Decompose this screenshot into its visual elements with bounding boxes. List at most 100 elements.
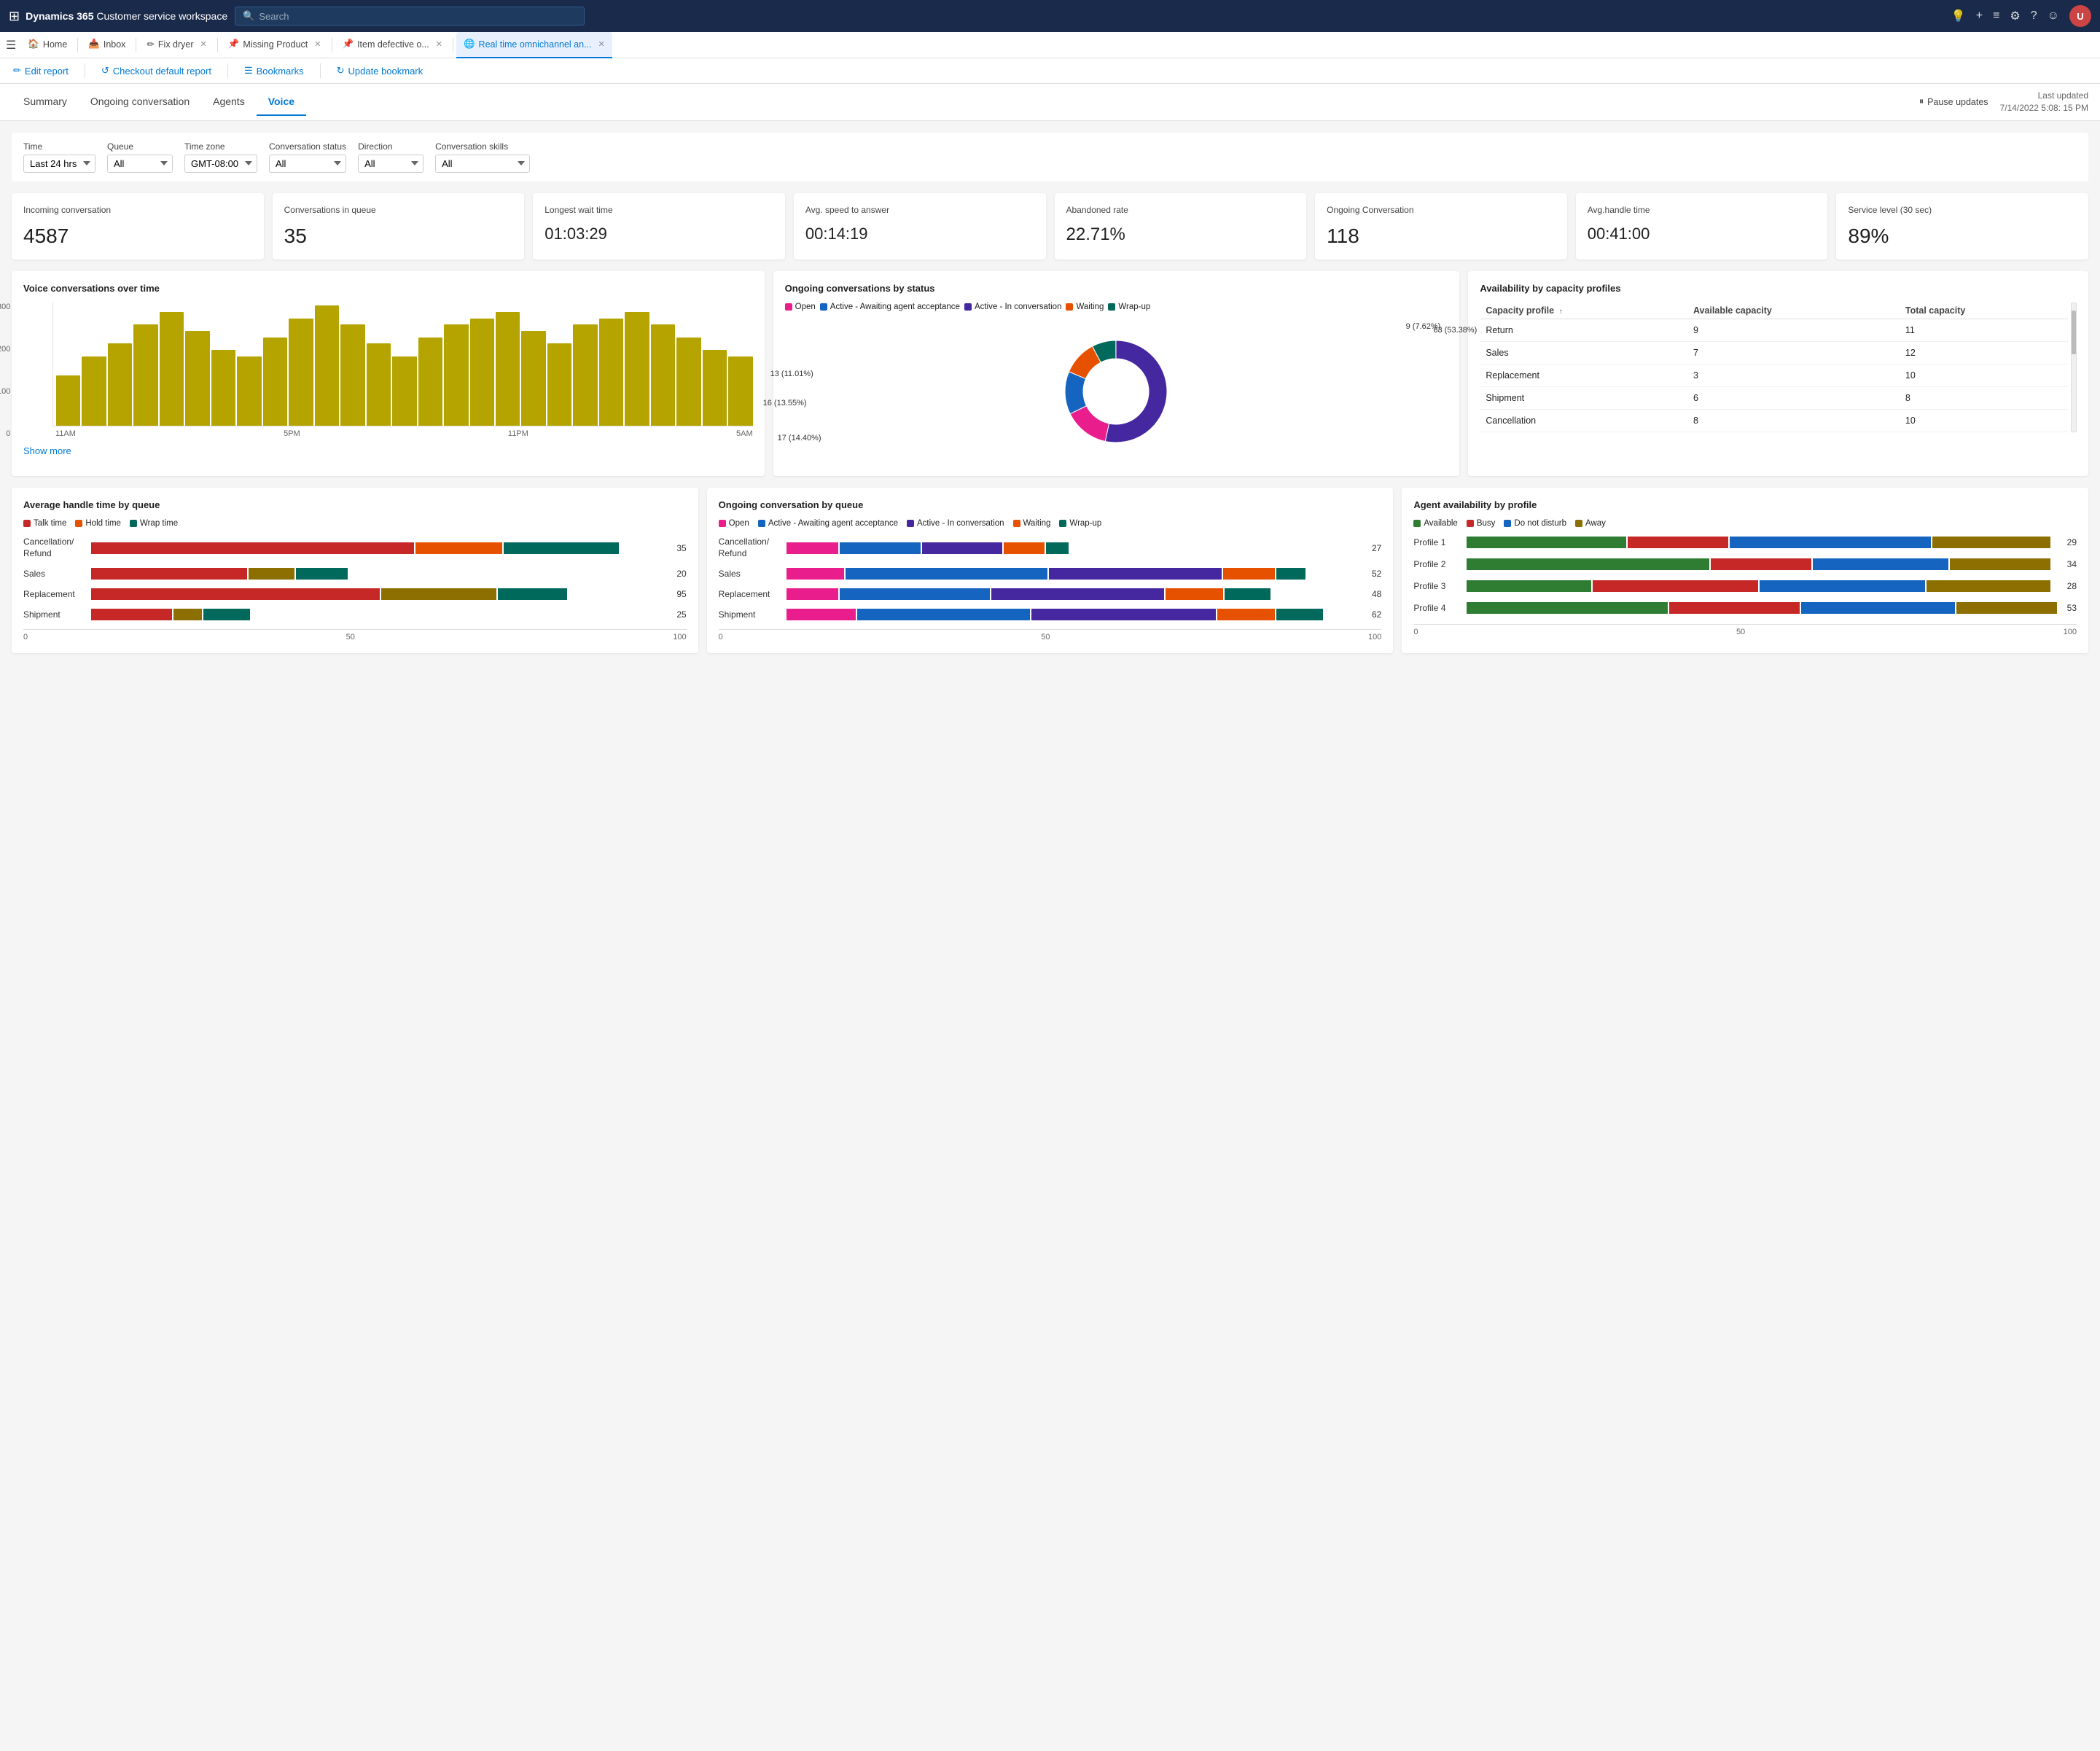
update-bookmark-button[interactable]: ↻ Update bookmark — [332, 63, 428, 79]
bar-oq-wrap-replace — [1225, 588, 1270, 600]
checkout-report-button[interactable]: ↺ Checkout default report — [97, 63, 216, 79]
tab-close-missing-product[interactable]: ✕ — [314, 39, 321, 49]
sort-icon[interactable]: ↑ — [1559, 308, 1563, 316]
kpi-abandoned-rate: Abandoned rate 22.71% — [1055, 193, 1307, 260]
bar-aa-avail-p3 — [1467, 580, 1590, 592]
kpi-incoming-conversation: Incoming conversation 4587 — [12, 193, 264, 260]
waffle-icon[interactable]: ⊞ — [9, 9, 20, 24]
bar-oq-wrap-ship — [1276, 609, 1322, 620]
bar-aa-avail-p1 — [1467, 537, 1626, 548]
col-profile: Capacity profile ↑ — [1480, 303, 1687, 319]
sub-tab-voice[interactable]: Voice — [257, 88, 306, 116]
voice-bar — [82, 356, 106, 426]
action-separator-3 — [320, 63, 321, 78]
agent-avail-legend: Available Busy Do not disturb Away — [1413, 519, 2077, 528]
tab-fix-dryer[interactable]: ✏ Fix dryer ✕ — [139, 32, 214, 58]
help-icon[interactable]: ? — [2031, 9, 2037, 23]
donut-label-left2: 13 (11.01%) — [770, 370, 813, 378]
bar-aa-dnd-p3 — [1760, 580, 1925, 592]
sub-tab-agents[interactable]: Agents — [201, 88, 257, 116]
filter-direction-select[interactable]: All — [358, 155, 423, 173]
voice-bar — [185, 331, 209, 426]
pause-updates-button[interactable]: ⏸ Pause updates — [1919, 96, 1988, 107]
bar-aa-busy-p3 — [1593, 580, 1758, 592]
kpi-conversations-in-queue: Conversations in queue 35 — [273, 193, 525, 260]
tab-close-realtime[interactable]: ✕ — [598, 39, 605, 49]
bar-oq-await-cancel — [840, 542, 921, 554]
avatar[interactable]: U — [2069, 5, 2091, 27]
emoji-icon[interactable]: ☺ — [2048, 9, 2059, 23]
kpi-longest-wait-time: Longest wait time 01:03:29 — [533, 193, 785, 260]
bar-aa-avail-p4 — [1467, 602, 1668, 614]
filter-time-select[interactable]: Last 24 hrs — [23, 155, 95, 173]
bar-hold-sales — [249, 568, 294, 580]
bar-wrap-ship — [203, 609, 249, 620]
bar-wrap-replace — [498, 588, 567, 600]
filter-direction: Direction All — [358, 141, 423, 173]
bar-oq-wait-replace — [1166, 588, 1223, 600]
legend-dot-oq-wrapup — [1059, 520, 1066, 527]
settings-icon[interactable]: ⚙ — [2010, 9, 2020, 23]
legend-dot-oq-active-conv — [907, 520, 914, 527]
voice-bar — [160, 312, 184, 426]
agent-avail-card: Agent availability by profile Available … — [1402, 488, 2088, 653]
action-bar: ✏ Edit report ↺ Checkout default report … — [0, 58, 2100, 84]
bookmarks-icon: ☰ — [244, 65, 253, 77]
voice-bar — [599, 319, 623, 426]
voice-bar — [728, 356, 752, 426]
bar-hold-cancel — [415, 542, 502, 554]
tab-close-item-defective[interactable]: ✕ — [436, 39, 442, 49]
hamburger-icon[interactable]: ☰ — [6, 38, 16, 52]
kpi-service-level: Service level (30 sec) 89% — [1836, 193, 2088, 260]
table-row: Cancellation810 — [1480, 410, 2068, 432]
bar-oq-await-ship — [857, 609, 1030, 620]
col-total: Total capacity — [1900, 303, 2068, 319]
bar-aa-away-p2 — [1950, 558, 2050, 570]
legend-oq-waiting: Waiting — [1013, 519, 1051, 528]
tab-inbox[interactable]: 📥 Inbox — [81, 32, 133, 58]
donut-chart-title: Ongoing conversations by status — [785, 283, 1448, 294]
voice-chart-card: Voice conversations over time 300 200 10… — [12, 271, 765, 476]
tab-item-defective[interactable]: 📌 Item defective o... ✕ — [335, 32, 450, 58]
filter-timezone-select[interactable]: GMT-08:00 — [184, 155, 257, 173]
legend-open: Open — [785, 303, 816, 311]
bar-talk-ship — [91, 609, 172, 620]
legend-dot-wrapup — [1108, 303, 1115, 311]
legend-dot-aa-busy — [1467, 520, 1474, 527]
table-row: Sales712 — [1480, 342, 2068, 364]
filter-queue-select[interactable]: All — [107, 155, 173, 173]
lightbulb-icon[interactable]: 💡 — [1951, 9, 1966, 23]
search-input[interactable] — [259, 11, 577, 22]
filter-conv-status: Conversation status All — [269, 141, 346, 173]
aa-profile3: Profile 3 28 — [1413, 580, 2077, 592]
last-updated: Last updated 7/14/2022 5:08: 15 PM — [2000, 90, 2088, 114]
bar-oq-open-ship — [786, 609, 856, 620]
voice-bar — [392, 356, 416, 426]
table-row: Replacement310 — [1480, 364, 2068, 387]
tab-realtime[interactable]: 🌐 Real time omnichannel an... ✕ — [456, 32, 612, 58]
kpi-row: Incoming conversation 4587 Conversations… — [12, 193, 2088, 260]
sub-tab-summary[interactable]: Summary — [12, 88, 79, 116]
bar-talk-replace — [91, 588, 380, 600]
tab-missing-product[interactable]: 📌 Missing Product ✕ — [221, 32, 329, 58]
scrollbar[interactable] — [2071, 303, 2077, 432]
filter-conv-skills-select[interactable]: All — [435, 155, 530, 173]
voice-bar — [237, 356, 261, 426]
bookmarks-button[interactable]: ☰ Bookmarks — [240, 63, 308, 79]
tab-close-fix-dryer[interactable]: ✕ — [200, 39, 207, 49]
edit-report-button[interactable]: ✏ Edit report — [9, 63, 73, 79]
scrollbar-thumb[interactable] — [2072, 311, 2076, 354]
search-bar[interactable]: 🔍 — [235, 7, 585, 26]
refresh-icon: ↺ — [101, 65, 109, 77]
voice-bar — [56, 375, 80, 426]
bar-oq-wait-sales — [1223, 568, 1275, 580]
show-more-link[interactable]: Show more — [23, 445, 753, 456]
dashboard-icon[interactable]: ≡ — [1993, 9, 1999, 23]
sub-tab-ongoing[interactable]: Ongoing conversation — [79, 88, 201, 116]
bar-oq-conv-cancel — [922, 542, 1003, 554]
tab-home[interactable]: 🏠 Home — [20, 32, 74, 58]
filter-conv-status-select[interactable]: All — [269, 155, 346, 173]
add-icon[interactable]: + — [1976, 9, 1983, 23]
legend-dot-hold — [75, 520, 82, 527]
voice-bar — [315, 305, 339, 426]
